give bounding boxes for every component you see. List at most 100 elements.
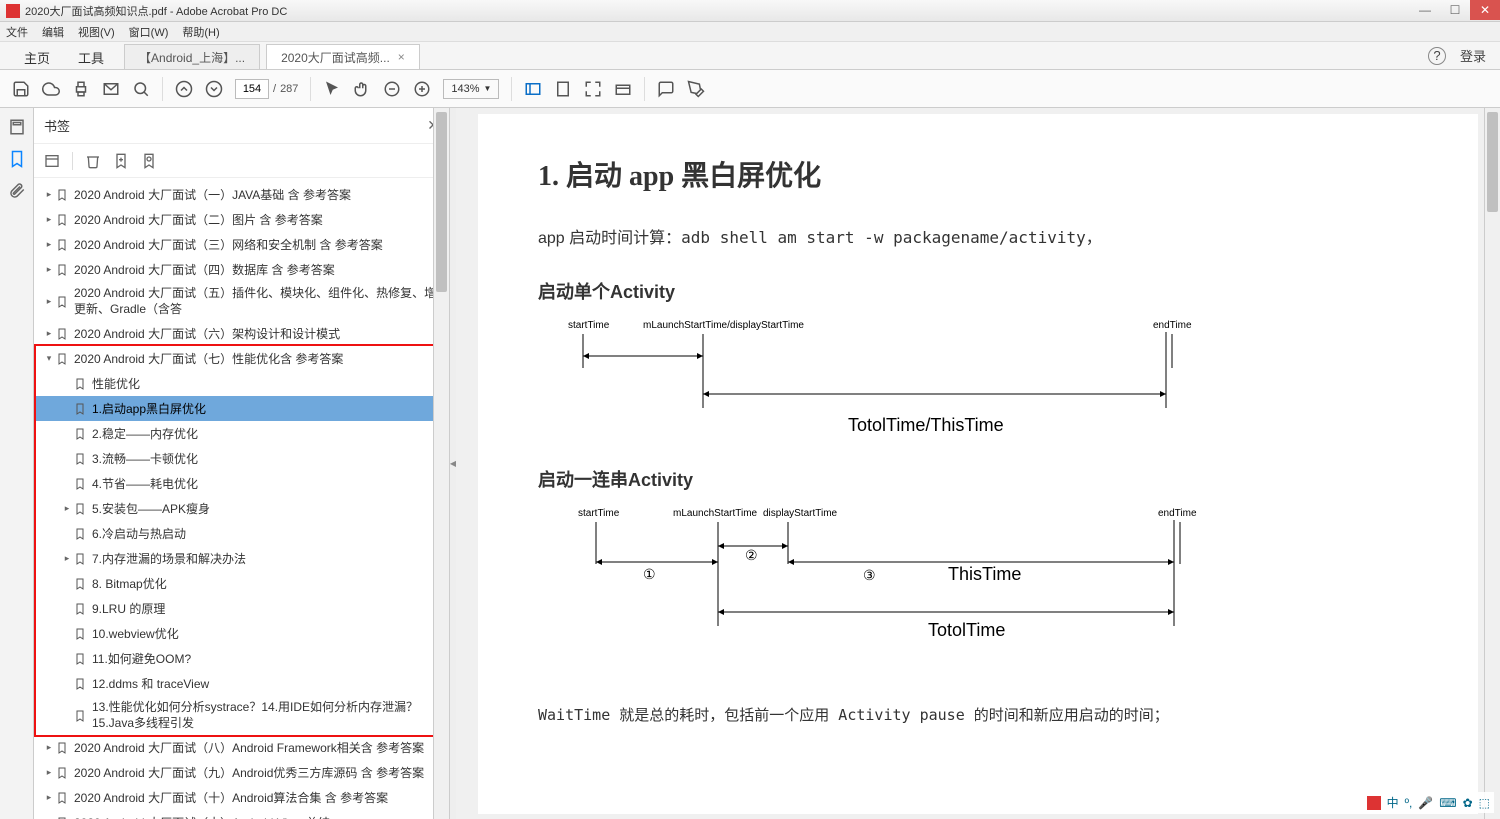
maximize-button[interactable]: ☐: [1440, 0, 1470, 20]
print-icon[interactable]: [72, 80, 90, 98]
bookmark-item-expanded[interactable]: ▾2020 Android 大厂面试（七）性能优化含 参考答案: [34, 346, 449, 371]
menu-window[interactable]: 窗口(W): [129, 24, 169, 40]
svg-text:endTime: endTime: [1153, 320, 1192, 331]
bookmark-item[interactable]: ▸2020 Android 大厂面试（九）Android优秀三方库源码 含 参考…: [34, 760, 449, 785]
options-icon[interactable]: [44, 153, 60, 169]
tray-icon-5[interactable]: ⬚: [1479, 796, 1490, 810]
menu-view[interactable]: 视图(V): [78, 24, 115, 40]
svg-text:ThisTime: ThisTime: [948, 564, 1021, 584]
thumbnails-icon[interactable]: [8, 118, 26, 136]
fit-width-icon[interactable]: [524, 80, 542, 98]
note-text: WaitTime 就是总的耗时，包括前一个应用 Activity pause 的…: [538, 704, 1418, 725]
document-tab-1[interactable]: 2020大厂面试高频...×: [266, 44, 420, 69]
svg-text:TotolTime/ThisTime: TotolTime/ThisTime: [848, 415, 1004, 435]
close-tab-icon[interactable]: ×: [398, 50, 405, 64]
menu-help[interactable]: 帮助(H): [182, 24, 219, 40]
zoom-combo[interactable]: 143%▼: [443, 79, 499, 99]
bookmark-item[interactable]: ▸2020 Android 大厂面试（一）JAVA基础 含 参考答案: [34, 182, 449, 207]
help-icon[interactable]: ?: [1428, 47, 1446, 65]
read-mode-icon[interactable]: [614, 80, 632, 98]
svg-text:①: ①: [643, 566, 656, 582]
bookmark-item[interactable]: ▸2020 Android 大厂面试（六）架构设计和设计模式: [34, 321, 449, 346]
fit-page-icon[interactable]: [554, 80, 572, 98]
bookmarks-tree[interactable]: ▸2020 Android 大厂面试（一）JAVA基础 含 参考答案▸2020 …: [34, 178, 449, 819]
svg-text:TotolTime: TotolTime: [928, 620, 1005, 640]
bookmark-item[interactable]: ▸2020 Android 大厂面试（三）网络和安全机制 含 参考答案: [34, 232, 449, 257]
svg-text:displayStartTime: displayStartTime: [763, 508, 838, 519]
svg-text:endTime: endTime: [1158, 508, 1197, 519]
tray-icon-4[interactable]: ✿: [1463, 796, 1473, 810]
bookmark-item[interactable]: ▸2020 Android 大厂面试（十）Android View 总结: [34, 810, 449, 819]
page-down-icon[interactable]: [205, 80, 223, 98]
bookmark-item[interactable]: 8. Bitmap优化: [34, 571, 449, 596]
tools-tab[interactable]: 工具: [64, 42, 118, 69]
find-bookmark-icon[interactable]: [141, 153, 157, 169]
minimize-button[interactable]: —: [1410, 0, 1440, 20]
document-scrollbar[interactable]: [1484, 108, 1500, 819]
document-tab-0[interactable]: 【Android_上海】...: [124, 44, 260, 69]
svg-text:startTime: startTime: [568, 320, 610, 331]
ime-lang[interactable]: 中: [1387, 794, 1399, 811]
bookmark-item[interactable]: ▸7.内存泄漏的场景和解决办法: [34, 546, 449, 571]
document-area[interactable]: 1. 启动 app 黑白屏优化 app 启动时间计算：adb shell am …: [456, 108, 1500, 819]
home-tab[interactable]: 主页: [10, 42, 64, 69]
bookmark-item[interactable]: 11.如何避免OOM?: [34, 646, 449, 671]
bookmark-item[interactable]: 性能优化: [34, 371, 449, 396]
diagram-1: startTime mLaunchStartTime/displayStartT…: [538, 316, 1418, 446]
tray-mic-icon[interactable]: 🎤: [1418, 796, 1433, 810]
bookmark-item[interactable]: ▸2020 Android 大厂面试（八）Android Framework相关…: [34, 735, 449, 760]
search-icon[interactable]: [132, 80, 150, 98]
page-up-icon[interactable]: [175, 80, 193, 98]
page-separator: /: [273, 83, 276, 95]
highlight-icon[interactable]: [687, 80, 705, 98]
bookmarks-toolbar: [34, 144, 449, 178]
email-icon[interactable]: [102, 80, 120, 98]
system-tray: 中 º, 🎤 ⌨ ✿ ⬚: [1363, 792, 1494, 813]
comment-icon[interactable]: [657, 80, 675, 98]
menu-file[interactable]: 文件: [6, 24, 28, 40]
bookmark-item[interactable]: 2.稳定——内存优化: [34, 421, 449, 446]
zoom-out-icon[interactable]: [383, 80, 401, 98]
bookmark-item[interactable]: 4.节省——耗电优化: [34, 471, 449, 496]
svg-text:startTime: startTime: [578, 508, 620, 519]
subheading-1: 启动单个Activity: [538, 278, 1418, 304]
new-bookmark-icon[interactable]: [113, 153, 129, 169]
cursor-icon[interactable]: [323, 80, 341, 98]
menu-edit[interactable]: 编辑: [42, 24, 64, 40]
bookmark-item[interactable]: 9.LRU 的原理: [34, 596, 449, 621]
save-icon[interactable]: [12, 80, 30, 98]
tray-icon-1[interactable]: º,: [1405, 796, 1413, 810]
bookmarks-title: 书签: [44, 116, 70, 135]
bookmark-item[interactable]: ▸2020 Android 大厂面试（四）数据库 含 参考答案: [34, 257, 449, 282]
bookmark-item[interactable]: 6.冷启动与热启动: [34, 521, 449, 546]
window-titlebar: 2020大厂面试高频知识点.pdf - Adobe Acrobat Pro DC…: [0, 0, 1500, 22]
login-link[interactable]: 登录: [1460, 46, 1486, 65]
pdf-icon: [6, 4, 20, 18]
cloud-icon[interactable]: [42, 80, 60, 98]
full-screen-icon[interactable]: [584, 80, 602, 98]
chevron-down-icon: ▼: [484, 84, 492, 93]
current-page-input[interactable]: [235, 79, 269, 99]
bookmark-item[interactable]: 10.webview优化: [34, 621, 449, 646]
bookmarks-scrollbar[interactable]: [433, 108, 449, 819]
bookmark-item[interactable]: ▸5.安装包——APK瘦身: [34, 496, 449, 521]
bookmark-item[interactable]: 13.性能优化如何分析systrace？14.用IDE如何分析内存泄漏？15.J…: [34, 696, 449, 735]
bookmarks-header: 书签 ✕: [34, 108, 449, 144]
bookmark-item[interactable]: 3.流畅——卡顿优化: [34, 446, 449, 471]
bookmark-item[interactable]: 1.启动app黑白屏优化: [34, 396, 449, 421]
close-window-button[interactable]: ✕: [1470, 0, 1500, 20]
zoom-in-icon[interactable]: [413, 80, 431, 98]
bookmark-item[interactable]: 12.ddms 和 traceView: [34, 671, 449, 696]
attachments-icon[interactable]: [8, 182, 26, 200]
page-heading: 1. 启动 app 黑白屏优化: [538, 154, 1418, 194]
bookmark-item[interactable]: ▸2020 Android 大厂面试（二）图片 含 参考答案: [34, 207, 449, 232]
page-content: 1. 启动 app 黑白屏优化 app 启动时间计算：adb shell am …: [478, 114, 1478, 814]
tray-keyboard-icon[interactable]: ⌨: [1439, 796, 1456, 810]
svg-text:②: ②: [745, 547, 758, 563]
bookmark-item[interactable]: ▸2020 Android 大厂面试（十）Android算法合集 含 参考答案: [34, 785, 449, 810]
bookmarks-icon[interactable]: [8, 150, 26, 168]
ime-icon[interactable]: [1367, 796, 1381, 810]
hand-icon[interactable]: [353, 80, 371, 98]
bookmark-item[interactable]: ▸2020 Android 大厂面试（五）插件化、模块化、组件化、热修复、增量更…: [34, 282, 449, 321]
trash-icon[interactable]: [85, 153, 101, 169]
